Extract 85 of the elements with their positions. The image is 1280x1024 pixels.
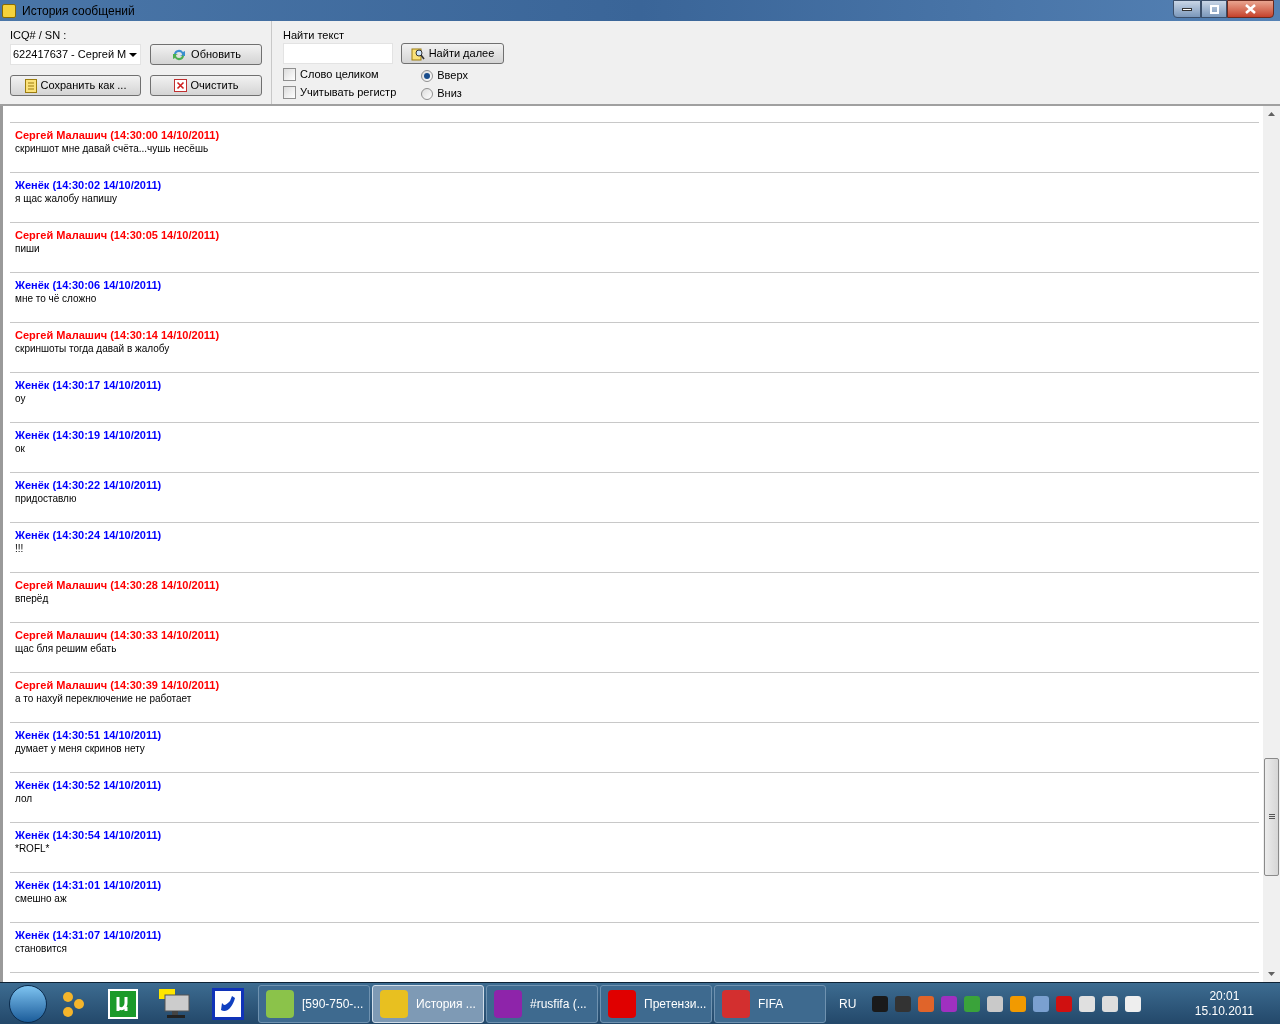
message-text: становится [15, 942, 67, 955]
message-text: а то нахуй переключение не работает [15, 692, 192, 705]
tray-icon[interactable] [872, 995, 889, 1012]
message-header: Сергей Малашич (14:30:14 14/10/2011) [15, 328, 220, 342]
app-icon [2, 3, 16, 18]
minimize-icon [1182, 7, 1192, 11]
taskbar-button[interactable]: Претензи... [600, 984, 712, 1023]
tray-icon[interactable] [987, 995, 1004, 1012]
find-next-button[interactable]: Найти далее [401, 43, 504, 64]
clock-time[interactable]: 20:01 [1209, 988, 1240, 1004]
close-button[interactable] [1227, 0, 1274, 18]
message-text: мне то чё сложно [15, 292, 97, 305]
message-text: придоставлю [15, 492, 77, 505]
message-text: !!! [15, 542, 24, 555]
checkbox[interactable] [283, 86, 296, 99]
message-header: Женёк (14:30:19 14/10/2011) [15, 428, 162, 442]
message-text: думает у меня скринов нету [15, 742, 145, 755]
taskbar-button[interactable]: #rusfifa (... [486, 984, 598, 1023]
tray-icon[interactable] [1079, 995, 1096, 1012]
message-text: ок [15, 442, 25, 455]
radio-button[interactable] [421, 69, 434, 82]
document-icon [24, 78, 37, 93]
option-label: Учитывать регистр [300, 85, 397, 101]
close-icon [173, 79, 187, 92]
tray-icon[interactable] [1010, 995, 1027, 1012]
message-header: Сергей Малашич (14:30:33 14/10/2011) [15, 628, 220, 642]
message-text: оу [15, 392, 26, 405]
direction-label: Вверх [437, 68, 468, 84]
caret-icon [129, 52, 137, 57]
message-header: Женёк (14:30:52 14/10/2011) [15, 778, 162, 792]
language-indicator[interactable]: RU [839, 994, 857, 1013]
message-text: *ROFL* [15, 842, 50, 855]
message-text: скриншот мне давай счёта...чушь несёшь [15, 142, 209, 155]
message-text: вперёд [15, 592, 49, 605]
message-header: Женёк (14:30:02 14/10/2011) [15, 178, 162, 192]
minimize-button[interactable] [1173, 0, 1201, 18]
search-icon [410, 46, 425, 61]
direction-label: Вниз [437, 86, 462, 102]
refresh-button[interactable]: Обновить [150, 44, 262, 65]
monitor-icon[interactable] [159, 988, 191, 1019]
message-text: щас бля решим ебать [15, 642, 117, 655]
close-icon [1245, 4, 1256, 14]
message-header: Сергей Малашич (14:30:05 14/10/2011) [15, 228, 220, 242]
taskbar-button[interactable]: FIFA [714, 984, 826, 1023]
option-label: Слово целиком [300, 67, 379, 83]
message-header: Женёк (14:31:01 14/10/2011) [15, 878, 162, 892]
message-header: Женёк (14:30:51 14/10/2011) [15, 728, 162, 742]
tray-icon[interactable] [1033, 995, 1050, 1012]
message-text: скриншоты тогда давай в жалобу [15, 342, 170, 355]
message-header: Женёк (14:30:54 14/10/2011) [15, 828, 162, 842]
message-header: Женёк (14:30:22 14/10/2011) [15, 478, 162, 492]
taskbar-button[interactable]: [590-750-... [258, 984, 370, 1023]
message-header: Сергей Малашич (14:30:39 14/10/2011) [15, 678, 220, 692]
message-header: Женёк (14:31:07 14/10/2011) [15, 928, 162, 942]
refresh-icon [171, 47, 188, 62]
checkbox[interactable] [283, 68, 296, 81]
message-header: Женёк (14:30:24 14/10/2011) [15, 528, 162, 542]
start-button[interactable] [9, 984, 47, 1023]
clear-button[interactable]: Очистить [150, 75, 262, 96]
window-title: История сообщений [22, 2, 135, 20]
tray-icon[interactable] [1102, 995, 1119, 1012]
scrollbar-thumb[interactable] [1264, 758, 1279, 876]
contact-label: ICQ# / SN : [10, 28, 68, 41]
find-label: Найти текст [283, 28, 345, 41]
tray-icon[interactable] [1125, 995, 1142, 1012]
scroll-down-icon [1268, 972, 1275, 976]
search-field[interactable] [283, 43, 393, 64]
restore-button[interactable] [1201, 0, 1227, 18]
scroll-up-icon [1268, 112, 1275, 116]
save-as-button[interactable]: Сохранить как ... [10, 75, 141, 96]
message-header: Сергей Малашич (14:30:00 14/10/2011) [15, 128, 220, 142]
restore-icon [1209, 4, 1219, 14]
scrollbar[interactable] [1263, 106, 1280, 982]
message-text: пиши [15, 242, 40, 255]
radio-button[interactable] [421, 87, 434, 100]
clock-date[interactable]: 15.10.2011 [1194, 1003, 1254, 1019]
message-text: я щас жалобу напишу [15, 192, 117, 205]
contact-dropdown[interactable]: 622417637 - Сергей М [10, 44, 141, 65]
message-header: Женёк (14:30:06 14/10/2011) [15, 278, 162, 292]
message-header: Женёк (14:30:17 14/10/2011) [15, 378, 162, 392]
message-text: смешно аж [15, 892, 67, 905]
message-header: Сергей Малашич (14:30:28 14/10/2011) [15, 578, 220, 592]
phone-icon[interactable] [212, 987, 244, 1020]
dots-icon[interactable] [61, 990, 87, 1017]
message-text: лол [15, 792, 33, 805]
